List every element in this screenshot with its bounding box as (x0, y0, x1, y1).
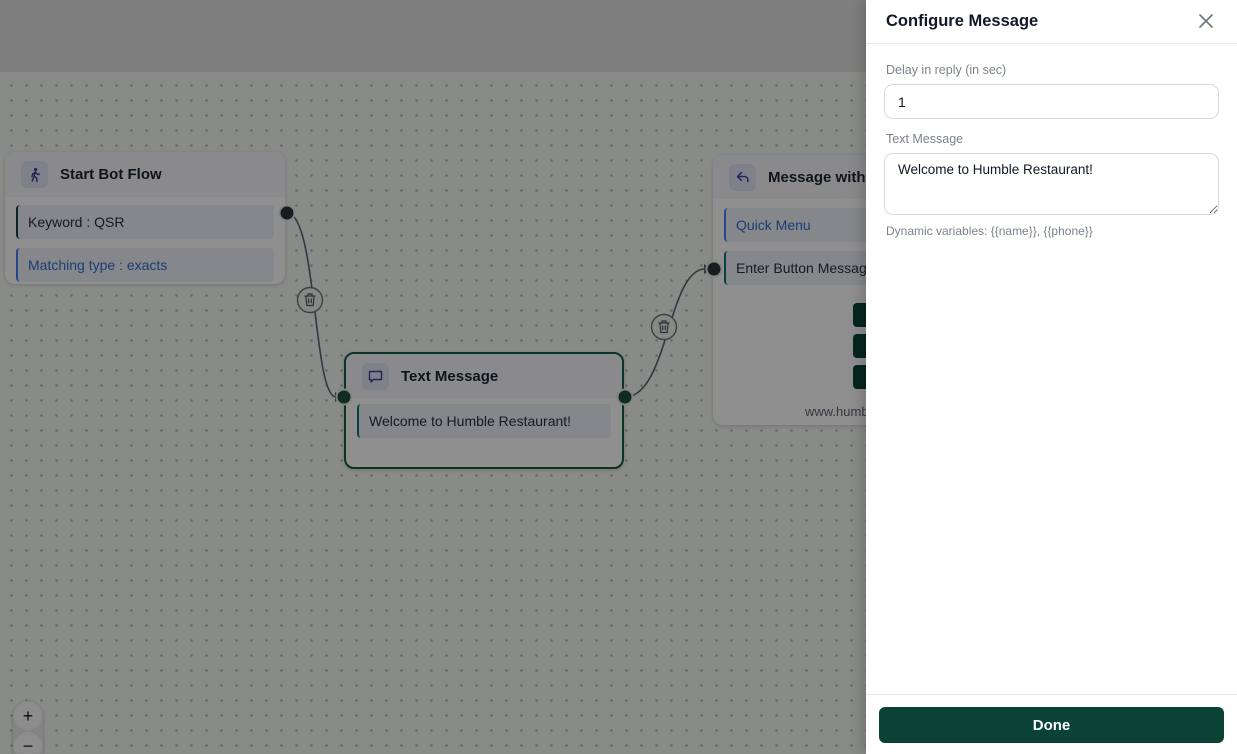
configure-message-panel: Configure Message Delay in reply (in sec… (866, 0, 1237, 754)
panel-body: Delay in reply (in sec) Text Message Wel… (866, 44, 1237, 238)
message-field-label: Text Message (886, 132, 964, 146)
panel-footer: Done (866, 694, 1237, 754)
delay-field-label: Delay in reply (in sec) (886, 63, 1007, 77)
delay-input[interactable] (884, 84, 1219, 119)
close-icon (1199, 14, 1213, 28)
panel-title: Configure Message (886, 11, 1039, 30)
done-button[interactable]: Done (879, 707, 1224, 743)
panel-header: Configure Message (866, 0, 1237, 44)
text-message-textarea[interactable]: Welcome to Humble Restaurant! (884, 153, 1219, 215)
dynamic-variables-hint: Dynamic variables: {{name}}, {{phone}} (886, 224, 1093, 238)
bot-flow-builder: Start Bot Flow Keyword : QSR Matching ty… (0, 0, 1237, 754)
close-button[interactable] (1195, 10, 1217, 32)
